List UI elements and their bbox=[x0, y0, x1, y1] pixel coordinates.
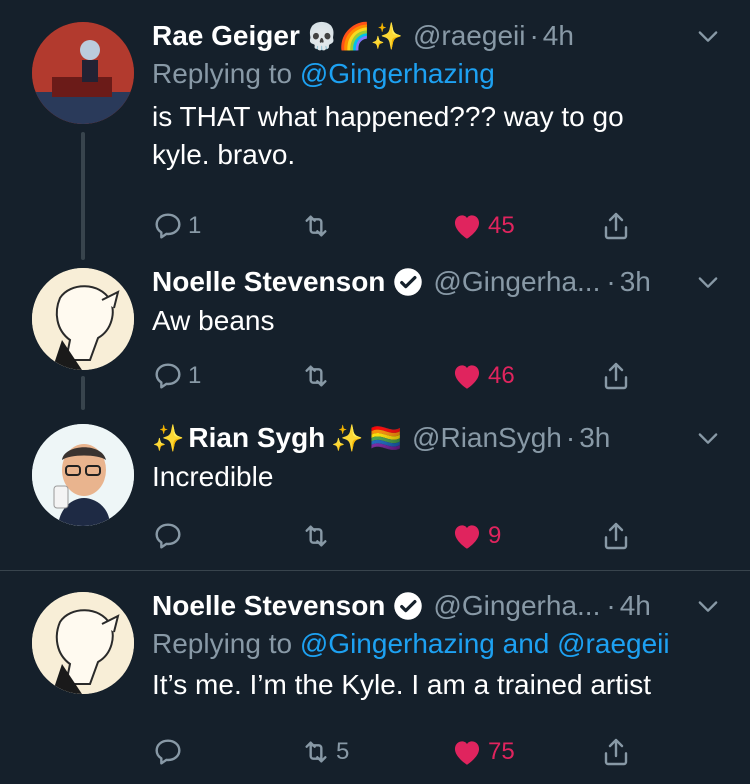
like-icon bbox=[450, 519, 484, 553]
like-icon bbox=[450, 359, 484, 393]
author-handle[interactable]: @Gingerha... bbox=[433, 266, 600, 298]
verified-icon bbox=[393, 267, 423, 297]
share-icon bbox=[600, 210, 632, 242]
share-icon bbox=[600, 736, 632, 768]
tweet-text: Incredible bbox=[152, 461, 274, 492]
replying-to-link[interactable]: @Gingerhazing and @raegeii bbox=[300, 628, 670, 659]
author-name[interactable]: Rae Geiger bbox=[152, 20, 300, 52]
reply-button[interactable]: 1 bbox=[152, 206, 201, 246]
avatar[interactable] bbox=[32, 424, 134, 526]
chevron-down-icon[interactable] bbox=[694, 22, 722, 50]
name-suffix-emoji: ✨ bbox=[331, 422, 364, 453]
tweet-text: is THAT what happened??? way to go kyle.… bbox=[152, 101, 624, 170]
reply-icon bbox=[152, 360, 184, 392]
author-handle[interactable]: @raegeii bbox=[413, 20, 525, 52]
dot-separator: · bbox=[565, 422, 576, 453]
tweet-actions: 1 46 bbox=[152, 356, 730, 396]
share-button[interactable] bbox=[600, 206, 632, 246]
chevron-down-icon[interactable] bbox=[694, 592, 722, 620]
like-button[interactable]: 9 bbox=[450, 516, 501, 556]
author-name[interactable]: Noelle Stevenson bbox=[152, 590, 385, 622]
avatar[interactable] bbox=[32, 592, 134, 694]
retweet-button[interactable] bbox=[300, 206, 332, 246]
name-prefix-emoji: ✨ bbox=[152, 422, 185, 453]
reply-icon bbox=[152, 520, 184, 552]
rainbow-flag-emoji: 🏳️‍🌈 bbox=[369, 422, 403, 453]
share-button[interactable] bbox=[600, 732, 632, 772]
dot-separator: · bbox=[606, 590, 616, 621]
share-icon bbox=[600, 520, 632, 552]
share-button[interactable] bbox=[600, 356, 632, 396]
retweet-icon bbox=[300, 210, 332, 242]
name-emojis: 💀🌈✨ bbox=[305, 20, 403, 51]
like-icon bbox=[450, 209, 484, 243]
thread-line bbox=[81, 132, 85, 260]
retweet-button[interactable] bbox=[300, 356, 332, 396]
retweet-button[interactable]: 5 bbox=[300, 732, 349, 772]
author-name[interactable]: Rian Sygh bbox=[188, 422, 325, 454]
replying-to: Replying to @Gingerhazing and @raegeii bbox=[152, 628, 670, 659]
replying-to-link[interactable]: @Gingerhazing bbox=[300, 58, 495, 89]
like-button[interactable]: 45 bbox=[450, 206, 515, 246]
timestamp[interactable]: 3h bbox=[579, 422, 610, 454]
chevron-down-icon[interactable] bbox=[694, 268, 722, 296]
divider bbox=[0, 570, 750, 571]
tweet-noelle-stevenson-1[interactable]: Noelle Stevenson @Gingerha... · 3h Aw be… bbox=[0, 260, 750, 410]
chevron-down-icon[interactable] bbox=[694, 424, 722, 452]
reply-button[interactable]: 1 bbox=[152, 356, 201, 396]
author-handle[interactable]: @RianSygh bbox=[412, 422, 562, 454]
retweet-icon bbox=[300, 360, 332, 392]
reply-button[interactable] bbox=[152, 516, 188, 556]
retweet-button[interactable] bbox=[300, 516, 332, 556]
reply-icon bbox=[152, 736, 184, 768]
tweet-noelle-stevenson-2[interactable]: Noelle Stevenson @Gingerha... · 4h Reply… bbox=[0, 584, 750, 784]
tweet-text: Aw beans bbox=[152, 305, 275, 336]
like-icon bbox=[450, 735, 484, 769]
like-button[interactable]: 75 bbox=[450, 732, 515, 772]
timestamp[interactable]: 4h bbox=[620, 590, 651, 622]
share-icon bbox=[600, 360, 632, 392]
reply-icon bbox=[152, 210, 184, 242]
tweet-text: It’s me. I’m the Kyle. I am a trained ar… bbox=[152, 669, 651, 700]
timestamp[interactable]: 3h bbox=[620, 266, 651, 298]
like-button[interactable]: 46 bbox=[450, 356, 515, 396]
tweet-rae-geiger[interactable]: Rae Geiger 💀🌈✨ @raegeii · 4h Replying to… bbox=[0, 10, 750, 260]
avatar[interactable] bbox=[32, 268, 134, 370]
tweet-actions: 5 75 bbox=[152, 732, 730, 772]
retweet-icon bbox=[300, 736, 332, 768]
thread-line bbox=[81, 376, 85, 410]
replying-to: Replying to @Gingerhazing bbox=[152, 58, 495, 89]
tweet-rian-sygh[interactable]: ✨ Rian Sygh ✨ 🏳️‍🌈 @RianSygh · 3h Incred… bbox=[0, 416, 750, 568]
avatar[interactable] bbox=[32, 22, 134, 124]
dot-separator: · bbox=[529, 20, 539, 51]
share-button[interactable] bbox=[600, 516, 632, 556]
tweet-actions: 1 45 bbox=[152, 206, 730, 246]
reply-button[interactable] bbox=[152, 732, 188, 772]
tweet-actions: 9 bbox=[152, 516, 730, 556]
retweet-icon bbox=[300, 520, 332, 552]
verified-icon bbox=[393, 591, 423, 621]
author-handle[interactable]: @Gingerha... bbox=[433, 590, 600, 622]
dot-separator: · bbox=[606, 266, 616, 297]
timestamp[interactable]: 4h bbox=[543, 20, 574, 52]
author-name[interactable]: Noelle Stevenson bbox=[152, 266, 385, 298]
